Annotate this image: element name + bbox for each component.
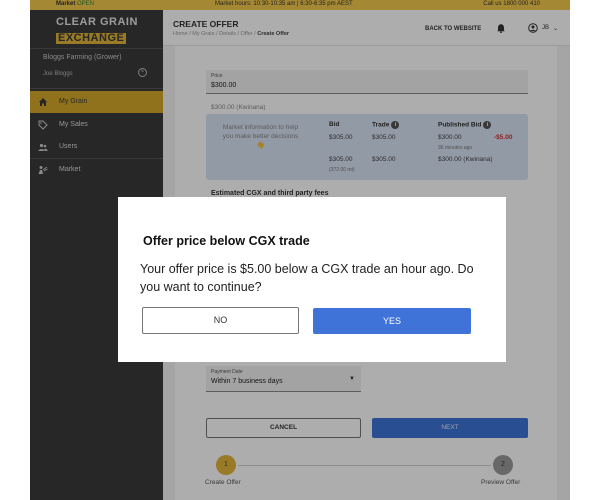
- dialog-title: Offer price below CGX trade: [143, 234, 310, 248]
- app-window: Market OPEN Market hours: 10:30-10:35 am…: [30, 0, 570, 500]
- confirm-dialog: Offer price below CGX trade Your offer p…: [118, 197, 506, 362]
- no-button[interactable]: NO: [142, 307, 299, 334]
- yes-button[interactable]: YES: [313, 308, 471, 334]
- dialog-message: Your offer price is $5.00 below a CGX tr…: [140, 262, 474, 294]
